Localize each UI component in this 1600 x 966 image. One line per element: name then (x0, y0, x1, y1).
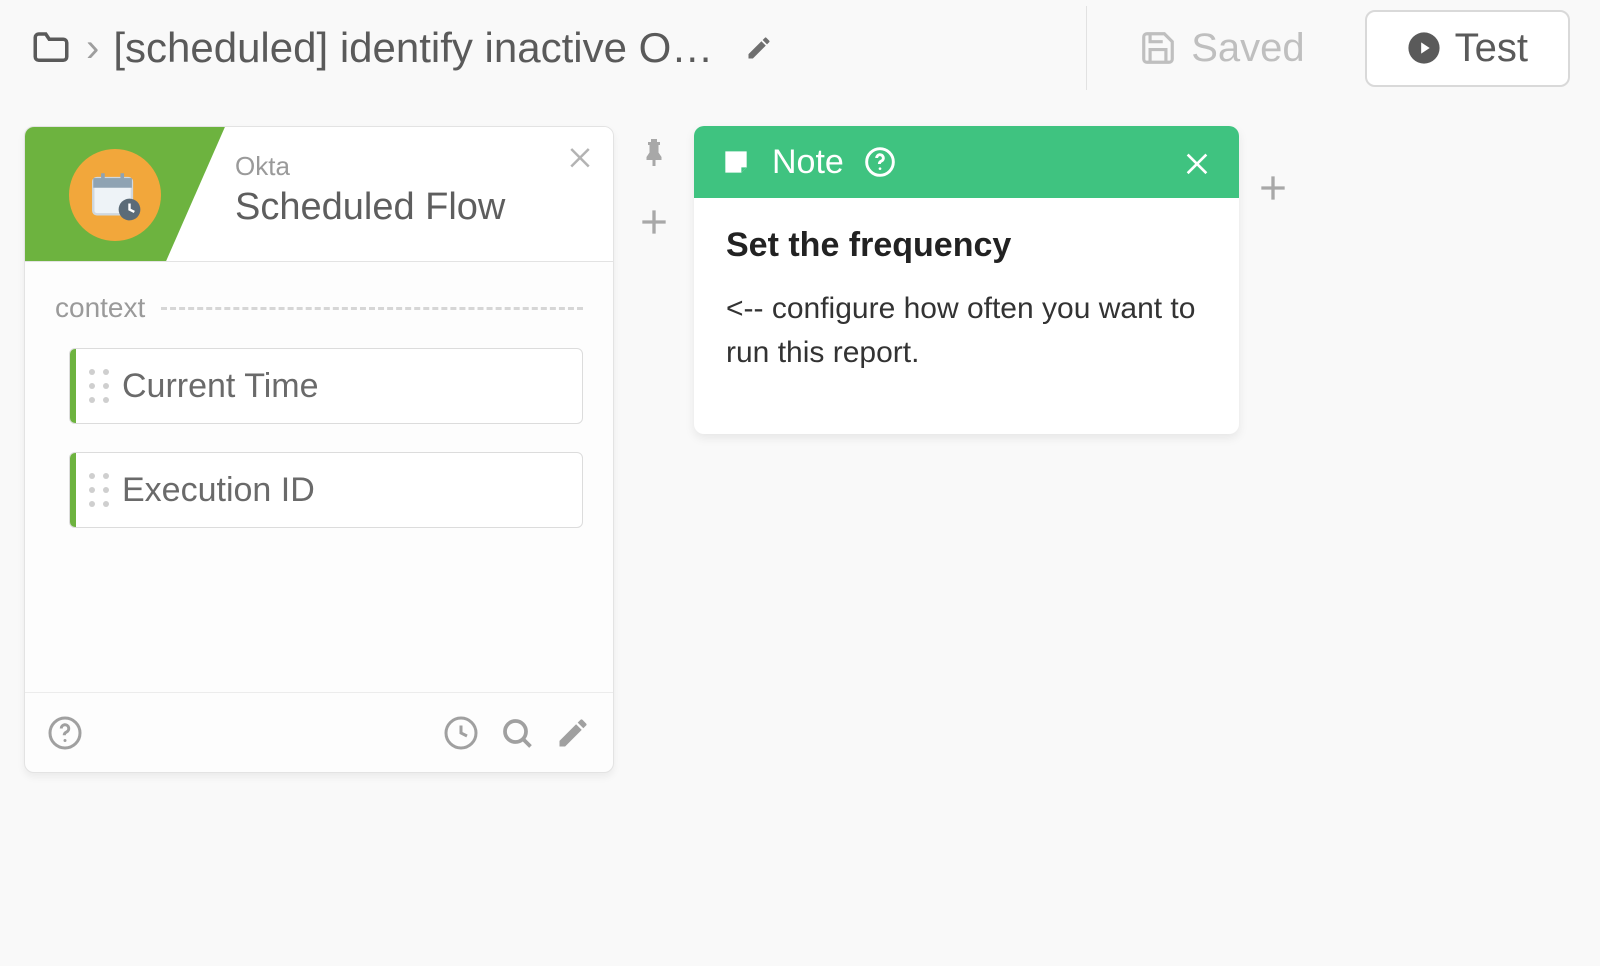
edit-title-icon[interactable] (745, 34, 773, 62)
saved-label: Saved (1191, 26, 1304, 71)
card-provider-label: Okta (235, 151, 505, 182)
schedule-calendar-icon (86, 166, 144, 224)
edit-icon[interactable] (555, 715, 591, 751)
test-button[interactable]: Test (1365, 10, 1570, 87)
field-pill[interactable]: Current Time (69, 348, 583, 424)
play-icon (1407, 31, 1441, 65)
saved-status: Saved (1115, 18, 1328, 79)
search-icon[interactable] (499, 715, 535, 751)
card-footer (25, 692, 613, 772)
note-text: <-- configure how often you want to run … (726, 287, 1207, 374)
card-header: Okta Scheduled Flow (25, 127, 613, 262)
top-bar: › [scheduled] identify inactive O… Saved… (0, 0, 1600, 96)
folder-icon[interactable] (30, 27, 72, 69)
field-label: Execution ID (122, 471, 315, 510)
add-step-end-icon[interactable] (1253, 168, 1293, 208)
section-divider (161, 307, 583, 310)
note-help-icon[interactable] (864, 146, 896, 178)
field-pill[interactable]: Execution ID (69, 452, 583, 528)
flow-title[interactable]: [scheduled] identify inactive O… (113, 24, 713, 72)
note-header: Note (694, 126, 1239, 198)
note-header-label: Note (772, 143, 844, 182)
add-step-icon[interactable] (634, 202, 674, 242)
section-label: context (55, 292, 145, 324)
breadcrumb-separator-icon: › (86, 28, 99, 68)
note-icon (720, 146, 752, 178)
toolbar-divider (1086, 6, 1087, 90)
note-card: Note Set the frequency <-- configure how… (694, 126, 1239, 434)
flow-canvas: Okta Scheduled Flow context Current Time… (0, 96, 1600, 803)
between-card-tools (634, 126, 674, 242)
card-title: Scheduled Flow (235, 186, 505, 229)
history-icon[interactable] (443, 715, 479, 751)
test-label: Test (1455, 26, 1528, 71)
drag-handle-icon[interactable] (76, 369, 122, 403)
save-icon (1139, 29, 1177, 67)
help-icon[interactable] (47, 715, 83, 751)
card-close-icon[interactable] (565, 141, 595, 171)
breadcrumb: › [scheduled] identify inactive O… (30, 24, 1066, 72)
drag-handle-icon[interactable] (76, 473, 122, 507)
note-close-icon[interactable] (1181, 146, 1213, 178)
card-avatar (69, 149, 161, 241)
card-body: context Current Time Execution ID (25, 262, 613, 692)
trigger-card: Okta Scheduled Flow context Current Time… (24, 126, 614, 773)
field-label: Current Time (122, 367, 319, 406)
card-header-text: Okta Scheduled Flow (235, 151, 505, 229)
note-body[interactable]: Set the frequency <-- configure how ofte… (694, 198, 1239, 434)
section-row-context: context (55, 292, 583, 324)
pin-icon[interactable] (636, 136, 672, 172)
note-heading: Set the frequency (726, 226, 1207, 265)
